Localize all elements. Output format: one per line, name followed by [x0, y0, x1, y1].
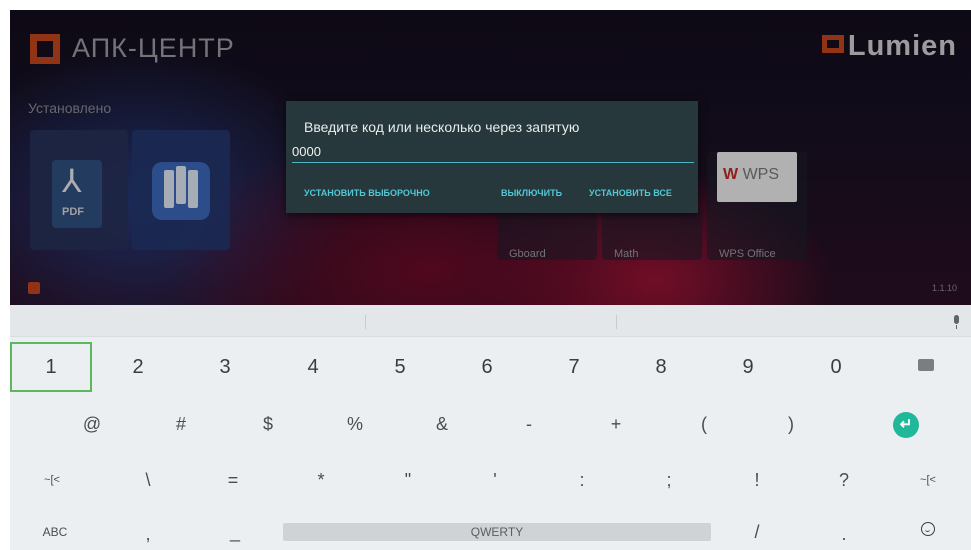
app-logo-icon [30, 34, 60, 64]
key-dollar[interactable]: $ [228, 406, 308, 442]
brand-logo: Lumien [821, 30, 957, 63]
key-8[interactable]: 8 [621, 344, 701, 390]
wps-icon: W WPS [717, 152, 797, 202]
acrobat-glyph-icon: ⅄ [62, 163, 82, 199]
key-slash[interactable]: / [717, 520, 797, 544]
app-tile-math[interactable]: Math [602, 210, 702, 260]
key-close-paren[interactable]: ) [751, 406, 831, 442]
install-all-button[interactable]: УСТАНОВИТЬ ВСЕ [589, 188, 672, 198]
device-frame: АПК-ЦЕНТР Lumien Установлено ⅄ PDF Gboar… [0, 0, 971, 550]
key-0[interactable]: 0 [796, 344, 876, 390]
key-question[interactable]: ? [804, 465, 884, 495]
key-5[interactable]: 5 [360, 344, 440, 390]
key-7[interactable]: 7 [534, 344, 614, 390]
app-tile-pdf[interactable]: ⅄ PDF [30, 130, 128, 250]
backspace-icon [918, 356, 934, 402]
key-at[interactable]: @ [52, 406, 132, 442]
key-2[interactable]: 2 [98, 344, 178, 390]
key-double-quote[interactable]: " [368, 465, 448, 495]
brand-name: Lumien [847, 30, 957, 62]
key-ampersand[interactable]: & [402, 406, 482, 442]
brand-square-icon [821, 35, 844, 53]
key-percent[interactable]: % [315, 406, 395, 442]
key-hash[interactable]: # [141, 406, 221, 442]
key-plus[interactable]: + [576, 406, 656, 442]
app-tile-gboard[interactable]: Gboard [497, 210, 597, 260]
installed-section-label: Установлено [28, 100, 112, 116]
app-label: Math [614, 248, 639, 260]
key-more-symbols-left[interactable]: ~[< [12, 465, 92, 495]
key-backslash[interactable]: \ [108, 465, 188, 495]
key-asterisk[interactable]: * [281, 465, 361, 495]
app-tile-wps[interactable]: W WPS WPS Office [707, 152, 807, 260]
disable-button[interactable]: ВЫКЛЮЧИТЬ [501, 188, 562, 198]
app-label: Gboard [509, 248, 546, 260]
on-screen-keyboard: 1 2 3 4 5 6 7 8 9 0 @ # $ % & - + ( ) ↵ … [10, 305, 971, 550]
suggestion-strip [10, 305, 971, 337]
key-single-quote[interactable]: ' [455, 465, 535, 495]
key-more-symbols-right[interactable]: ~[< [888, 465, 968, 495]
key-open-paren[interactable]: ( [664, 406, 744, 442]
install-selective-button[interactable]: УСТАНОВИТЬ ВЫБОРОЧНО [304, 188, 430, 198]
wps-icon-text: WPS [742, 166, 780, 183]
emoji-key[interactable] [888, 520, 968, 544]
key-3[interactable]: 3 [185, 344, 265, 390]
key-semicolon[interactable]: ; [629, 465, 709, 495]
code-input[interactable] [292, 141, 694, 163]
key-9[interactable]: 9 [708, 344, 788, 390]
abc-key[interactable]: ABC [15, 520, 95, 544]
microphone-icon[interactable] [951, 315, 961, 329]
key-colon[interactable]: : [542, 465, 622, 495]
key-equals[interactable]: = [193, 465, 273, 495]
smile-icon [921, 522, 935, 536]
pdf-icon-text: PDF [62, 206, 84, 218]
key-1[interactable]: 1 [10, 342, 92, 392]
dialog-title: Введите код или несколько через запятую [304, 119, 580, 135]
backspace-key[interactable] [886, 344, 966, 402]
app-label: WPS Office [719, 248, 776, 260]
space-bar[interactable]: QWERTY [283, 523, 711, 541]
pdf-icon: ⅄ PDF [52, 160, 102, 228]
pages-app-icon [152, 162, 210, 220]
key-underscore[interactable]: _ [195, 520, 275, 544]
key-minus[interactable]: - [489, 406, 569, 442]
exit-icon[interactable] [28, 282, 40, 294]
key-dot[interactable]: . [804, 522, 884, 546]
app-title: АПК-ЦЕНТР [72, 33, 235, 63]
enter-key[interactable]: ↵ [866, 409, 946, 441]
enter-icon: ↵ [893, 412, 919, 438]
code-entry-dialog: Введите код или несколько через запятую … [286, 101, 698, 213]
key-6[interactable]: 6 [447, 344, 527, 390]
key-4[interactable]: 4 [273, 344, 353, 390]
key-exclamation[interactable]: ! [717, 465, 797, 495]
key-comma[interactable]: , [108, 522, 188, 546]
app-tile-pages[interactable] [132, 130, 230, 250]
version-label: 1.1.10 [931, 283, 957, 293]
